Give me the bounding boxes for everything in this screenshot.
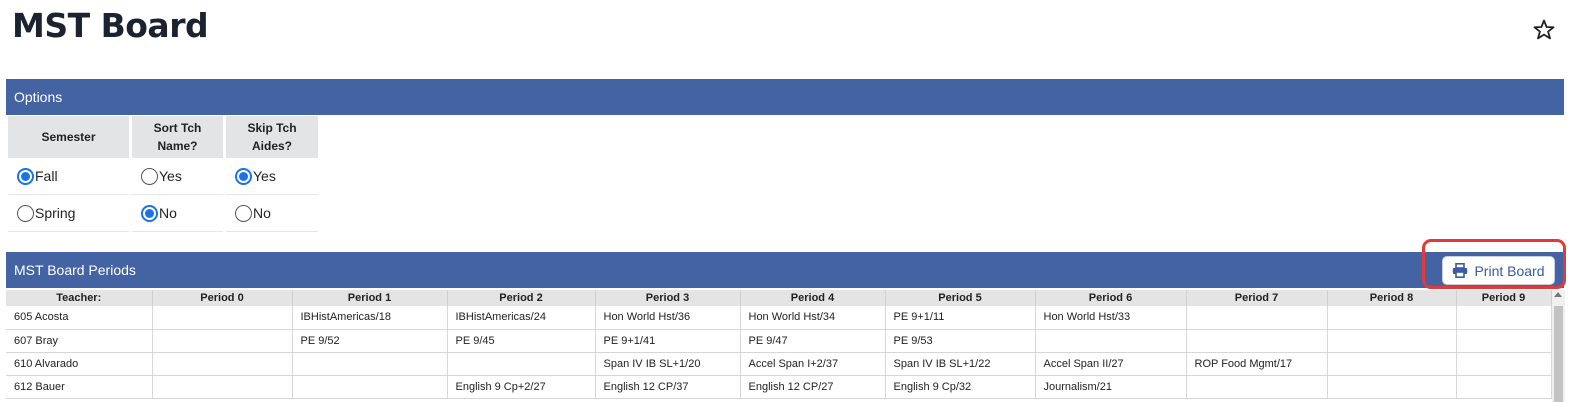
table-cell[interactable]: IBHistAmericas/24 <box>447 306 596 330</box>
table-cell[interactable]: Hon World Hst/33 <box>1035 306 1187 330</box>
skip-tch-aides-label: Skip Tch Aides? <box>226 116 318 158</box>
table-cell[interactable] <box>1186 329 1328 353</box>
table-cell[interactable]: PE 9/45 <box>447 329 596 353</box>
table-cell[interactable] <box>1035 329 1187 353</box>
sort-tch-name-label-line1: Sort Tch <box>153 121 202 135</box>
radio-skip-yes[interactable] <box>235 167 252 185</box>
mst-board-table: Teacher: Period 0 Period 1 Period 2 Peri… <box>6 290 1552 399</box>
table-cell[interactable]: Hon World Hst/36 <box>595 306 741 330</box>
radio-fall[interactable] <box>17 167 34 185</box>
table-cell[interactable]: English 9 Cp+2/27 <box>447 375 596 399</box>
sort-yes-label: Yes <box>159 168 182 184</box>
skip-option-no[interactable]: No <box>226 195 318 232</box>
col-header-period-0[interactable]: Period 0 <box>152 290 293 306</box>
semester-group: Semester Fall Spring <box>8 116 129 232</box>
table-cell[interactable] <box>1327 375 1457 399</box>
table-cell[interactable] <box>1327 329 1457 353</box>
sort-tch-name-group: Sort Tch Name? Yes No <box>132 116 223 232</box>
sort-option-yes[interactable]: Yes <box>132 158 223 195</box>
table-cell[interactable] <box>1186 306 1328 330</box>
table-cell[interactable] <box>1456 352 1552 376</box>
table-cell[interactable] <box>1327 352 1457 376</box>
table-cell[interactable]: IBHistAmericas/18 <box>292 306 448 330</box>
semester-spring-label: Spring <box>35 205 76 221</box>
table-cell[interactable] <box>1327 306 1457 330</box>
table-cell[interactable]: Span IV IB SL+1/20 <box>595 352 741 376</box>
col-header-period-5[interactable]: Period 5 <box>885 290 1036 306</box>
table-cell[interactable]: PE 9+1/11 <box>885 306 1036 330</box>
col-header-period-2[interactable]: Period 2 <box>447 290 596 306</box>
skip-tch-aides-label-line1: Skip Tch <box>247 121 297 135</box>
semester-option-fall[interactable]: Fall <box>8 158 129 195</box>
table-cell[interactable] <box>1456 306 1552 330</box>
col-header-period-6[interactable]: Period 6 <box>1035 290 1187 306</box>
printer-icon <box>1453 263 1468 278</box>
table-row: 607 Bray PE 9/52 PE 9/45 PE 9+1/41 PE 9/… <box>6 329 1552 353</box>
star-icon[interactable] <box>1532 18 1556 42</box>
table-cell[interactable] <box>292 375 448 399</box>
radio-sort-no[interactable] <box>141 204 158 222</box>
page-title: MST Board <box>12 6 209 45</box>
periods-header: MST Board Periods <box>6 252 1564 288</box>
col-header-period-7[interactable]: Period 7 <box>1186 290 1328 306</box>
scroll-thumb[interactable] <box>1554 306 1563 402</box>
skip-yes-label: Yes <box>253 168 276 184</box>
options-header: Options <box>6 79 1564 115</box>
table-cell[interactable]: Journalism/21 <box>1035 375 1187 399</box>
scroll-up-arrow-icon[interactable] <box>1554 292 1562 297</box>
sort-tch-name-label-line2: Name? <box>157 139 198 153</box>
col-header-period-3[interactable]: Period 3 <box>595 290 741 306</box>
table-cell[interactable] <box>152 352 293 376</box>
skip-tch-aides-group: Skip Tch Aides? Yes No <box>226 116 318 232</box>
table-cell[interactable] <box>1456 375 1552 399</box>
table-cell[interactable]: Span IV IB SL+1/22 <box>885 352 1036 376</box>
table-cell[interactable]: Hon World Hst/34 <box>740 306 886 330</box>
table-cell[interactable]: ROP Food Mgmt/17 <box>1186 352 1328 376</box>
table-cell[interactable]: PE 9/52 <box>292 329 448 353</box>
print-board-label: Print Board <box>1474 262 1545 279</box>
skip-tch-aides-label-line2: Aides? <box>251 139 292 153</box>
table-cell[interactable]: 612 Bauer <box>6 375 153 399</box>
table-cell[interactable]: 607 Bray <box>6 329 153 353</box>
sort-no-label: No <box>159 205 177 221</box>
skip-no-label: No <box>253 205 271 221</box>
table-cell[interactable]: PE 9/47 <box>740 329 886 353</box>
radio-skip-no[interactable] <box>235 204 252 222</box>
table-cell[interactable]: 605 Acosta <box>6 306 153 330</box>
table-cell[interactable]: Accel Span I+2/37 <box>740 352 886 376</box>
col-header-period-1[interactable]: Period 1 <box>292 290 448 306</box>
col-header-period-8[interactable]: Period 8 <box>1327 290 1457 306</box>
table-row: 610 Alvarado Span IV IB SL+1/20 Accel Sp… <box>6 352 1552 376</box>
table-header-row: Teacher: Period 0 Period 1 Period 2 Peri… <box>6 290 1552 306</box>
sort-tch-name-label: Sort Tch Name? <box>132 116 223 158</box>
table-cell[interactable]: PE 9/53 <box>885 329 1036 353</box>
table-cell[interactable] <box>152 329 293 353</box>
col-header-teacher[interactable]: Teacher: <box>6 290 153 306</box>
semester-label: Semester <box>8 116 129 158</box>
table-scrollbar[interactable] <box>1552 290 1565 402</box>
table-cell[interactable] <box>447 352 596 376</box>
sort-option-no[interactable]: No <box>132 195 223 232</box>
table-cell[interactable] <box>1456 329 1552 353</box>
semester-option-spring[interactable]: Spring <box>8 195 129 232</box>
table-cell[interactable] <box>1186 375 1328 399</box>
col-header-period-4[interactable]: Period 4 <box>740 290 886 306</box>
semester-fall-label: Fall <box>35 168 58 184</box>
skip-option-yes[interactable]: Yes <box>226 158 318 195</box>
radio-sort-yes[interactable] <box>141 167 158 185</box>
table-cell[interactable]: 610 Alvarado <box>6 352 153 376</box>
col-header-period-9[interactable]: Period 9 <box>1456 290 1552 306</box>
table-cell[interactable]: English 12 CP/27 <box>740 375 886 399</box>
print-board-button[interactable]: Print Board <box>1442 256 1555 285</box>
table-cell[interactable] <box>152 306 293 330</box>
radio-spring[interactable] <box>17 204 34 222</box>
table-cell[interactable]: English 9 Cp/32 <box>885 375 1036 399</box>
table-row: 605 Acosta IBHistAmericas/18 IBHistAmeri… <box>6 306 1552 330</box>
table-cell[interactable]: PE 9+1/41 <box>595 329 741 353</box>
table-cell[interactable] <box>292 352 448 376</box>
table-row: 612 Bauer English 9 Cp+2/27 English 12 C… <box>6 375 1552 399</box>
table-cell[interactable]: Accel Span II/27 <box>1035 352 1187 376</box>
table-cell[interactable]: English 12 CP/37 <box>595 375 741 399</box>
table-cell[interactable] <box>152 375 293 399</box>
